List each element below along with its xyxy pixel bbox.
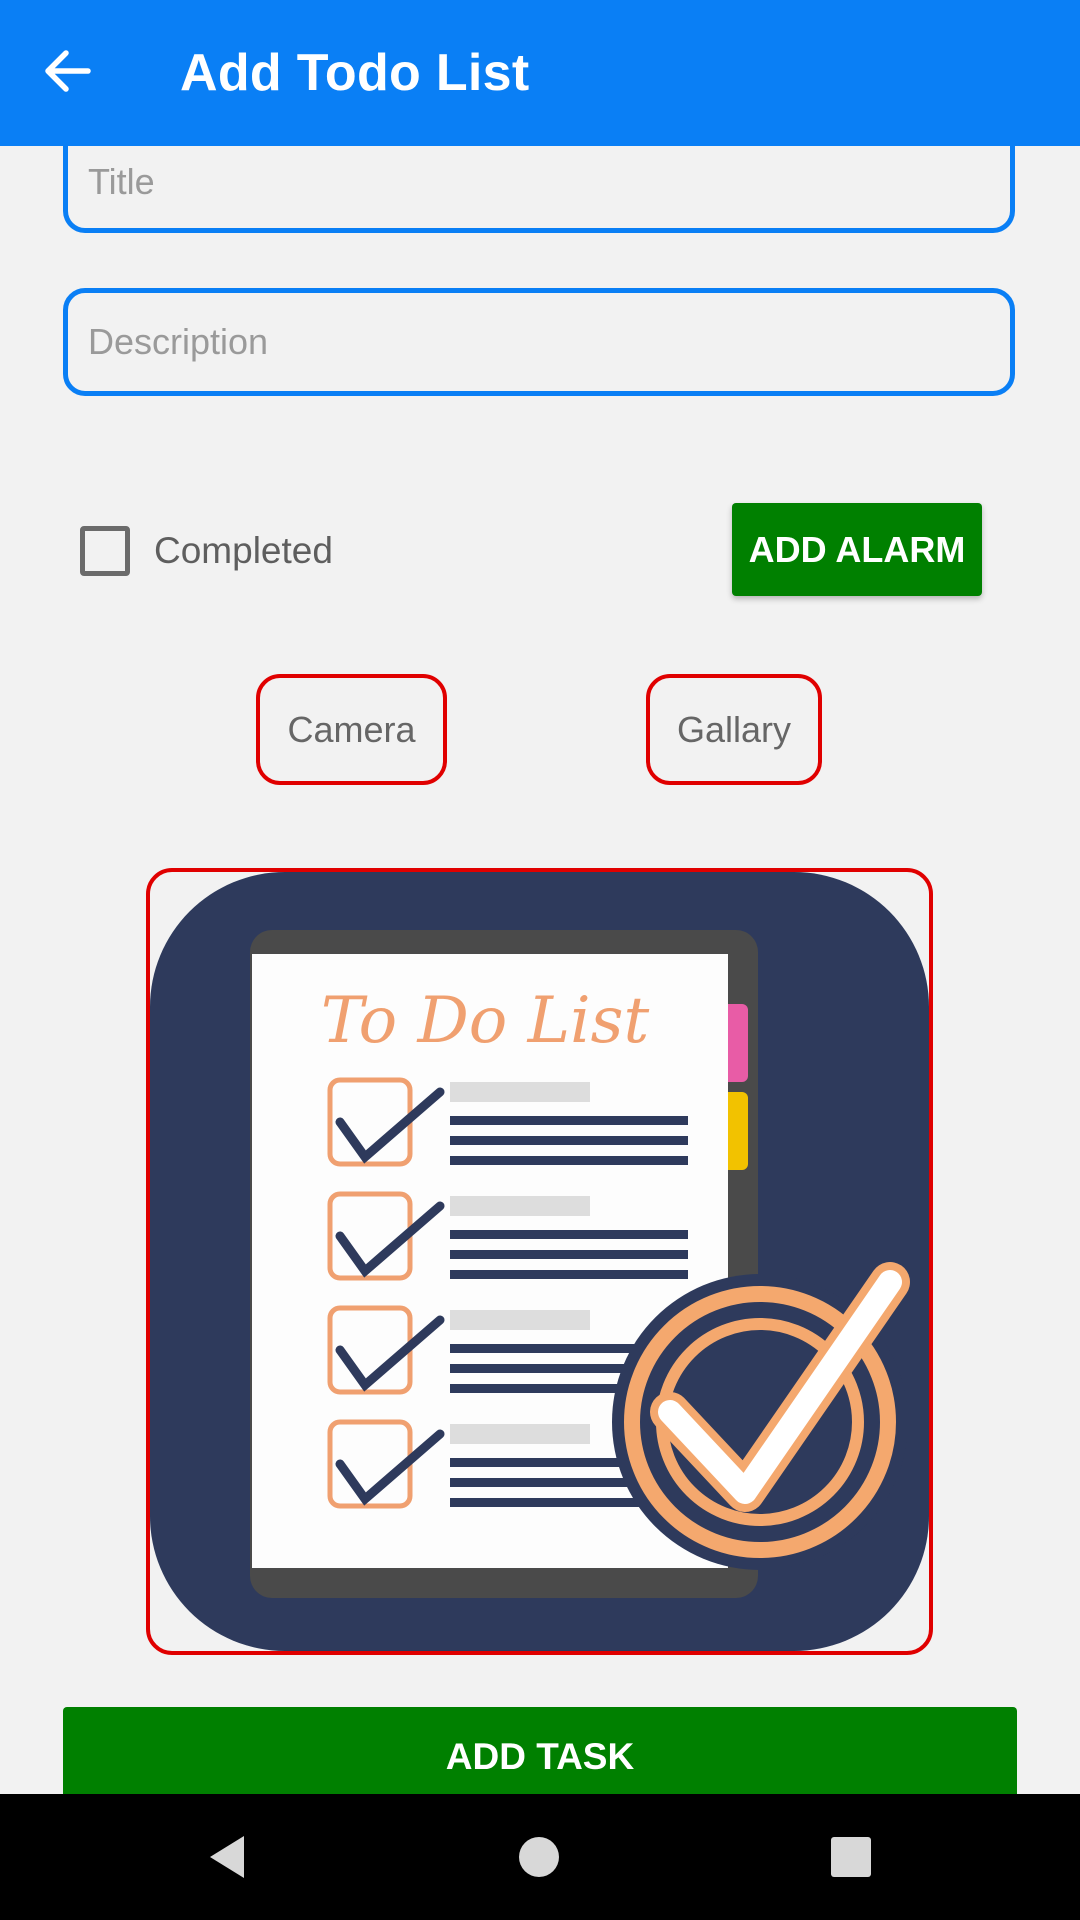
image-heading: To Do List (321, 984, 650, 1058)
completed-checkbox-row[interactable]: Completed (80, 518, 333, 584)
system-nav-bar (0, 1794, 1080, 1920)
check-badge-icon (612, 1262, 910, 1570)
nav-recents-icon (831, 1837, 871, 1877)
title-input[interactable] (68, 128, 1010, 228)
arrow-left-icon (44, 49, 92, 98)
completed-checkbox[interactable] (80, 526, 130, 576)
title-field-container (63, 128, 1015, 233)
completed-label: Completed (154, 530, 333, 571)
back-button[interactable] (28, 33, 108, 113)
nav-recents-button[interactable] (816, 1824, 886, 1890)
todo-list-checkmark-image: To Do List (150, 872, 929, 1651)
gallery-button[interactable]: Gallary (646, 674, 822, 785)
page-title: Add Todo List (180, 44, 530, 102)
image-preview[interactable]: To Do List (146, 868, 933, 1655)
nav-home-icon (519, 1837, 559, 1877)
description-field-container (63, 288, 1015, 396)
add-task-button[interactable]: ADD TASK (63, 1707, 1017, 1807)
nav-home-button[interactable] (504, 1824, 574, 1890)
nav-back-icon (210, 1836, 244, 1878)
nav-back-button[interactable] (196, 1824, 266, 1890)
camera-button[interactable]: Camera (256, 674, 447, 785)
add-alarm-button[interactable]: ADD ALARM (732, 503, 982, 596)
description-input[interactable] (68, 293, 1010, 391)
app-bar: Add Todo List (0, 0, 1080, 146)
